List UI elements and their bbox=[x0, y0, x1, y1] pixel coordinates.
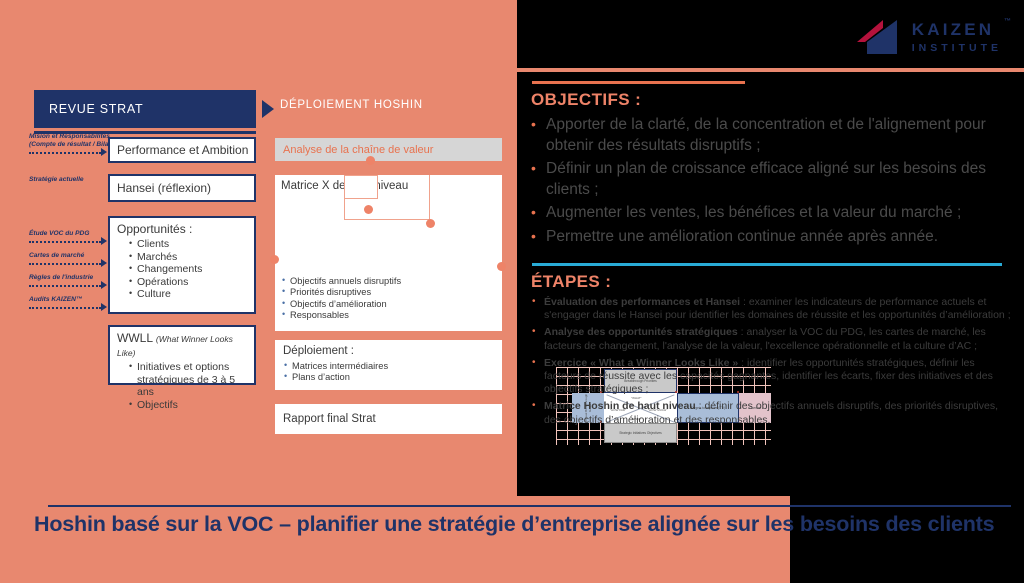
connector-dot bbox=[364, 205, 373, 214]
list-item: Matrices intermédiaires bbox=[283, 360, 494, 372]
label-etude-voc-pdg: Étude VOC du PDG bbox=[29, 230, 90, 237]
list-item: Initiatives et options stratégiques de 3… bbox=[129, 360, 248, 399]
box-wwll-acronym: WWLL bbox=[117, 331, 153, 345]
arrow-line-2 bbox=[29, 241, 101, 243]
logo-institute-label: INSTITUTE bbox=[911, 41, 1002, 54]
list-item: Culture bbox=[129, 287, 248, 301]
label-cartes-de-marche: Cartes de marché bbox=[29, 252, 85, 259]
trademark-icon: ™ bbox=[1004, 17, 1011, 25]
deploiement-bullets: Matrices intermédiaires Plans d’action bbox=[283, 360, 494, 384]
box-performance-label: Performance et Ambition bbox=[117, 143, 249, 157]
connector-dot bbox=[270, 255, 279, 264]
list-item: Changements bbox=[129, 262, 248, 276]
connector-dot bbox=[366, 156, 375, 165]
label-line-1: Mision et Responsabilites bbox=[29, 133, 110, 140]
list-item: Plans d’action bbox=[283, 371, 494, 383]
list-item: Définir un plan de croissance efficace a… bbox=[531, 158, 1011, 200]
deployment-hoshin-title: DÉPLOIEMENT HOSHIN bbox=[280, 99, 423, 111]
arrow-line-4 bbox=[29, 285, 101, 287]
deploiement-title: Déploiement : bbox=[283, 345, 354, 357]
matrice-x-bullets: Objectifs annuels disruptifs Priorités d… bbox=[281, 275, 496, 322]
logo-mark-icon bbox=[856, 20, 901, 54]
panel-deploiement: Déploiement : Matrices intermédiaires Pl… bbox=[275, 340, 502, 390]
list-item: Responsables bbox=[281, 309, 496, 321]
footer-rule bbox=[48, 505, 1011, 507]
revue-strat-label: REVUE STRAT bbox=[49, 102, 144, 116]
etape-title: Analyse des opportunités stratégiques bbox=[544, 326, 738, 339]
list-item: Apporter de la clarté, de la concentrati… bbox=[531, 114, 1011, 156]
list-item: Priorités disruptives bbox=[281, 286, 496, 298]
arrow-line-5 bbox=[29, 307, 101, 309]
list-item: Marchés bbox=[129, 250, 248, 264]
arrow-head-3 bbox=[101, 259, 107, 267]
objectifs-list: Apporter de la clarté, de la concentrati… bbox=[531, 114, 1011, 250]
box-performance-ambition: Performance et Ambition bbox=[108, 137, 256, 163]
value-chain-bar: Analyse de la chaîne de valeur bbox=[275, 138, 502, 161]
arrow-head-4 bbox=[101, 281, 107, 289]
box-hansei-label: Hansei (réflexion) bbox=[117, 181, 212, 195]
list-item: Exercice « What a Winner Looks Like » : … bbox=[531, 356, 1013, 397]
logo-kaizen-label: KAIZEN bbox=[911, 19, 995, 39]
etapes-heading: ÉTAPES : bbox=[531, 272, 612, 291]
etape-title: Matrice Hoshin de haut niveau bbox=[544, 400, 696, 413]
box-wwll-list: Initiatives et options stratégiques de 3… bbox=[117, 360, 248, 412]
footer-title: Hoshin basé sur la VOC – planifier une s… bbox=[34, 512, 995, 536]
logo-kaizen-text: KAIZEN ™ bbox=[911, 18, 1011, 39]
list-item: Analyse des opportunités stratégiques : … bbox=[531, 325, 1013, 352]
box-hansei: Hansei (réflexion) bbox=[108, 174, 256, 202]
arrow-head-1 bbox=[101, 148, 107, 156]
etape-title: Exercice « What a Winner Looks Like » bbox=[544, 356, 739, 369]
box-wwll: WWLL (What Winner Looks Like) Initiative… bbox=[108, 325, 256, 411]
revue-strat-header: REVUE STRAT bbox=[34, 90, 256, 128]
box-opportunites-list: Clients Marchés Changements Opérations C… bbox=[117, 237, 248, 301]
arrow-head-2 bbox=[101, 237, 107, 245]
footer-right-background bbox=[790, 496, 1024, 583]
etape-title: Évaluation des performances et Hansei bbox=[544, 296, 741, 308]
list-item: Objectifs d’amélioration bbox=[281, 298, 496, 310]
label-audits-kaizen: Audits KAIZEN™ bbox=[29, 296, 83, 303]
panel-rapport-final: Rapport final Strat bbox=[275, 404, 502, 434]
box-opportunites: Opportunités : Clients Marchés Changemen… bbox=[108, 216, 256, 314]
matrix-callout-box bbox=[344, 175, 378, 199]
etapes-list: Évaluation des performances et Hansei : … bbox=[531, 295, 1013, 431]
label-regles-industrie: Règles de l'industrie bbox=[29, 274, 94, 281]
list-item: Objectifs bbox=[129, 398, 248, 412]
arrow-line-3 bbox=[29, 263, 101, 265]
objectifs-rule bbox=[532, 81, 745, 84]
list-item: Évaluation des performances et Hansei : … bbox=[531, 295, 1013, 322]
arrow-line-1 bbox=[29, 152, 101, 154]
footer-left-background bbox=[0, 496, 790, 583]
connector-dot bbox=[497, 262, 506, 271]
value-chain-label: Analyse de la chaîne de valeur bbox=[283, 143, 434, 156]
list-item: Permettre une amélioration continue anné… bbox=[531, 226, 1011, 248]
label-strategie-actuelle: Stratégie actuelle bbox=[29, 176, 84, 183]
list-item: Augmenter les ventes, les bénéfices et l… bbox=[531, 202, 1011, 224]
list-item: Matrice Hoshin de haut niveau : définir … bbox=[531, 399, 1013, 426]
logo-wordmark: KAIZEN ™ INSTITUTE bbox=[911, 18, 1011, 54]
slide-root: KAIZEN ™ INSTITUTE REVUE STRAT DÉPLOIEME… bbox=[0, 0, 1024, 583]
rapport-final-label: Rapport final Strat bbox=[283, 413, 376, 425]
header-rule bbox=[0, 68, 1024, 72]
list-item: Clients bbox=[129, 237, 248, 251]
kaizen-institute-logo: KAIZEN ™ INSTITUTE bbox=[856, 18, 1011, 54]
etapes-rule bbox=[532, 263, 1002, 266]
arrow-head-5 bbox=[101, 303, 107, 311]
flow-arrow-icon bbox=[262, 100, 274, 118]
box-opportunites-title: Opportunités : bbox=[117, 222, 193, 236]
connector-dot bbox=[426, 219, 435, 228]
objectifs-heading: OBJECTIFS : bbox=[531, 90, 642, 109]
list-item: Opérations bbox=[129, 275, 248, 289]
list-item: Objectifs annuels disruptifs bbox=[281, 275, 496, 287]
box-wwll-title: WWLL (What Winner Looks Like) bbox=[117, 331, 248, 359]
x-matrix-cell-bottom-label: Strategic Initiatives Objectives bbox=[619, 431, 662, 435]
label-mission-responsabilites: Mision et Responsabilites (Compte de rés… bbox=[29, 133, 115, 148]
